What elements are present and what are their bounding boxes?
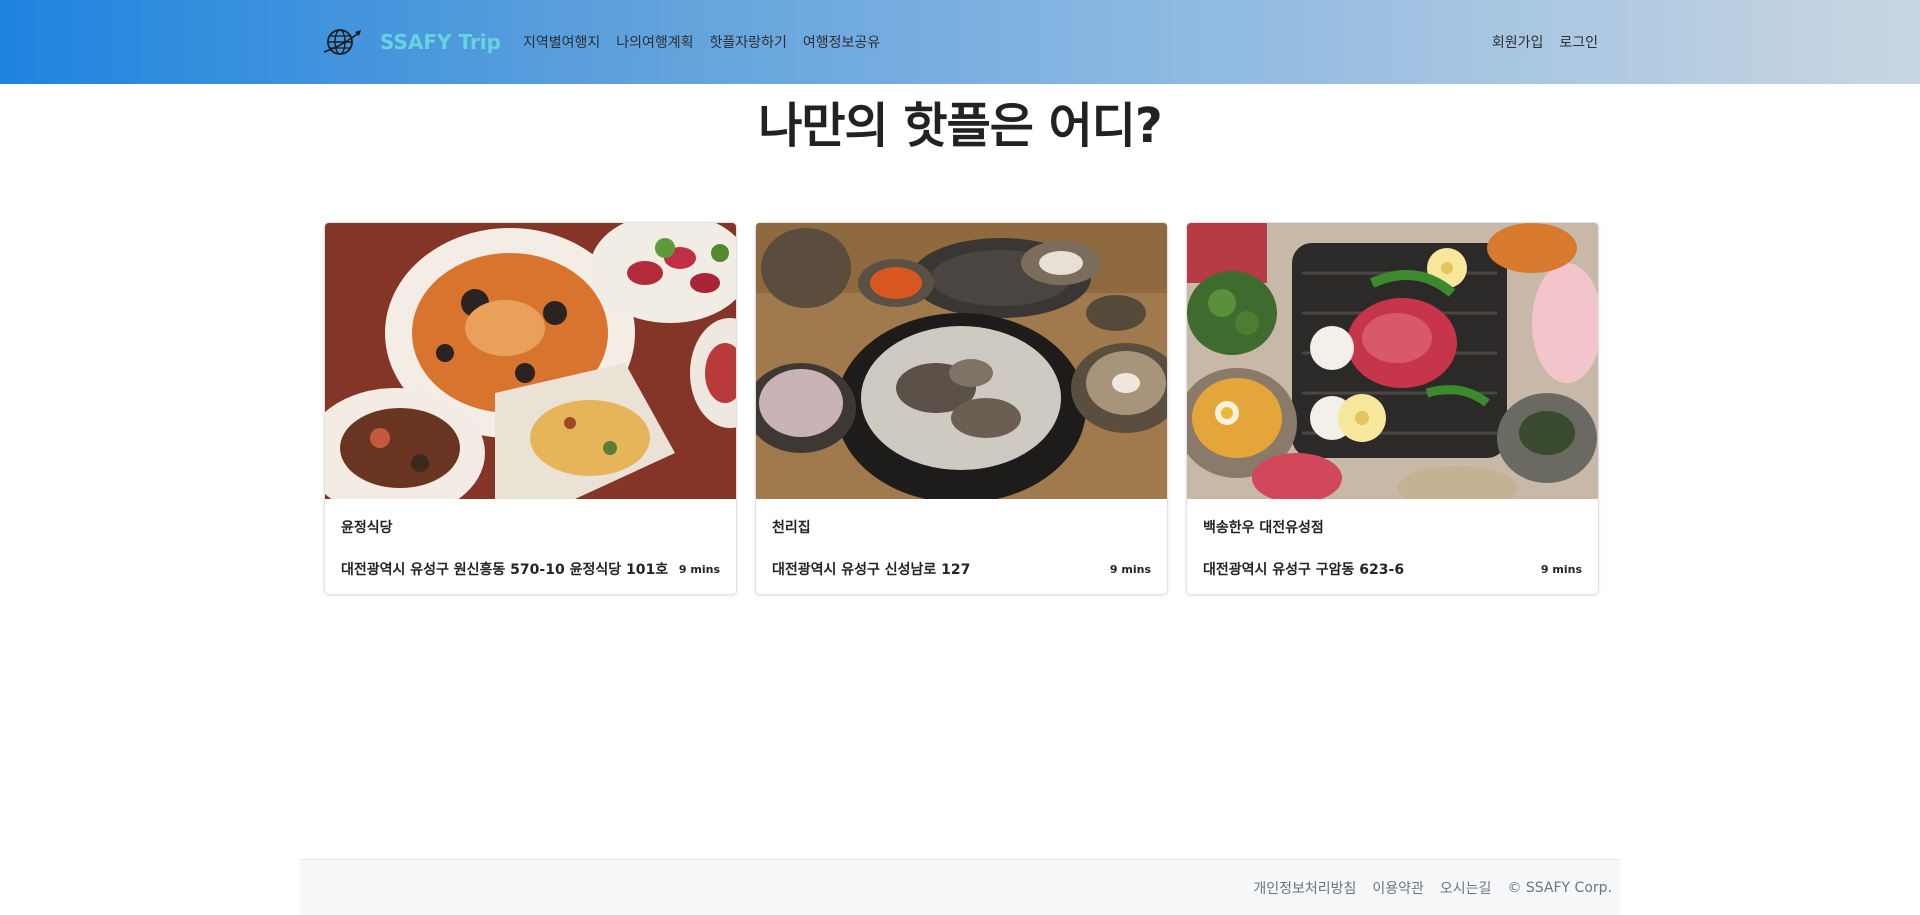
footer: 개인정보처리방침 이용약관 오시는길 © SSAFY Corp. [300,859,1620,915]
auth-menu: 회원가입 로그인 [1476,32,1598,52]
place-address: 대전광역시 유성구 신성남로 127 [772,562,971,578]
footer-terms-link[interactable]: 이용약관 [1372,878,1424,898]
food-photo [756,223,1167,499]
card-info-row: 대전광역시 유성구 원신흥동 570-10 윤정식당 101호 9 mins [341,559,720,579]
place-name: 백송한우 대전유성점 [1203,520,1324,536]
travel-time: 9 mins [678,562,720,576]
page-title: 나만의 핫플은 어디? [758,98,1163,154]
card-body: 천리집 대전광역시 유성구 신성남로 127 9 mins [756,499,1167,579]
globe-airplane-icon [322,26,362,58]
brand-name: SSAFY Trip [380,30,501,54]
hotplace-card-list: 윤정식당 대전광역시 유성구 원신흥동 570-10 윤정식당 101호 9 m… [324,222,1599,595]
hotplace-card[interactable]: 천리집 대전광역시 유성구 신성남로 127 9 mins [755,222,1168,595]
login-link[interactable]: 로그인 [1559,32,1598,52]
navbar: SSAFY Trip 지역별여행지 나의여행계획 핫플자랑하기 여행정보공유 회… [0,0,1920,84]
hotplace-card[interactable]: 백송한우 대전유성점 대전광역시 유성구 구암동 623-6 9 mins [1186,222,1599,595]
food-photo [325,223,736,499]
place-address: 대전광역시 유성구 구암동 623-6 [1203,562,1405,578]
travel-time: 9 mins [1540,562,1582,576]
place-name: 천리집 [772,520,811,536]
navbar-inner: SSAFY Trip 지역별여행지 나의여행계획 핫플자랑하기 여행정보공유 회… [322,0,1598,84]
card-info-row: 대전광역시 유성구 신성남로 127 9 mins [772,559,1151,579]
footer-privacy-link[interactable]: 개인정보처리방침 [1253,878,1356,898]
card-info-row: 대전광역시 유성구 구암동 623-6 9 mins [1203,559,1582,579]
card-body: 윤정식당 대전광역시 유성구 원신흥동 570-10 윤정식당 101호 9 m… [325,499,736,579]
card-body: 백송한우 대전유성점 대전광역시 유성구 구암동 623-6 9 mins [1187,499,1598,579]
menu-travel-info-share[interactable]: 여행정보공유 [803,32,880,52]
footer-directions-link[interactable]: 오시는길 [1440,878,1492,898]
travel-time: 9 mins [1109,562,1151,576]
signup-link[interactable]: 회원가입 [1492,32,1544,52]
menu-regional-destinations[interactable]: 지역별여행지 [523,32,600,52]
food-photo [1187,223,1598,499]
main-menu: 지역별여행지 나의여행계획 핫플자랑하기 여행정보공유 [523,32,896,52]
brand-link[interactable]: SSAFY Trip [322,26,501,58]
menu-hotplace-boast[interactable]: 핫플자랑하기 [710,32,787,52]
place-address: 대전광역시 유성구 원신흥동 570-10 윤정식당 101호 [341,562,669,578]
menu-my-travel-plan[interactable]: 나의여행계획 [616,32,693,52]
place-name: 윤정식당 [341,520,393,536]
hotplace-card[interactable]: 윤정식당 대전광역시 유성구 원신흥동 570-10 윤정식당 101호 9 m… [324,222,737,595]
footer-copyright: © SSAFY Corp. [1507,879,1612,896]
